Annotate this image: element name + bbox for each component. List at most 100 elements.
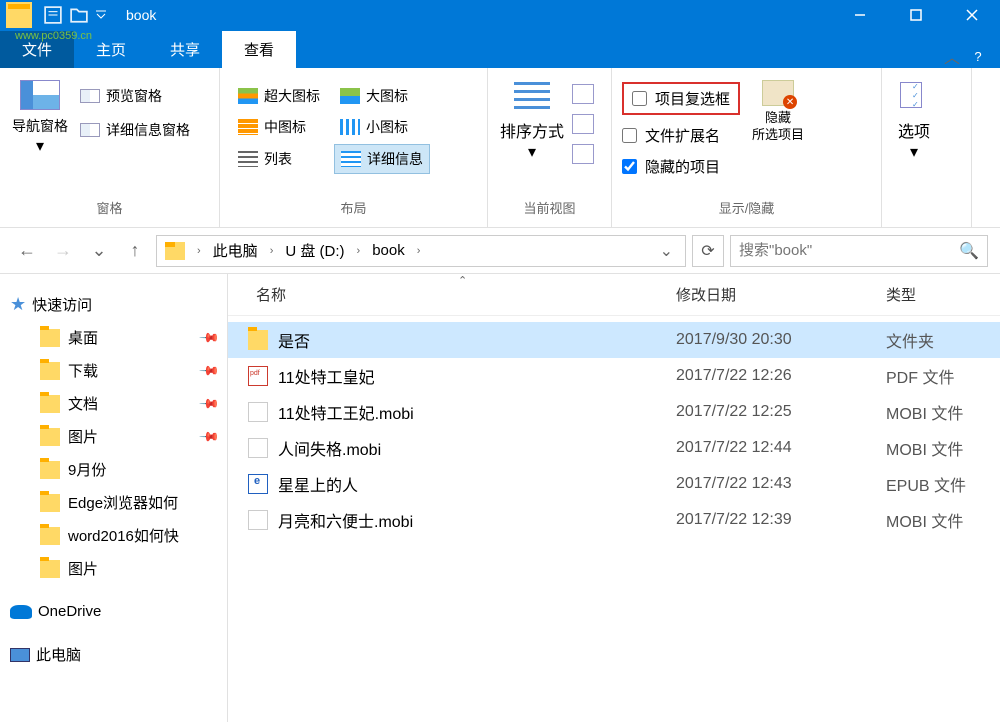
file-extensions-checkbox[interactable]	[622, 128, 637, 143]
file-extensions-toggle[interactable]: 文件扩展名	[622, 125, 740, 146]
sidebar-item[interactable]: Edge浏览器如何	[0, 486, 227, 519]
breadcrumb-dropdown[interactable]: ⌄	[652, 241, 681, 261]
dropdown-icon: ▾	[910, 142, 918, 162]
up-button[interactable]: ↑	[120, 236, 150, 266]
close-button[interactable]	[944, 0, 1000, 30]
layout-details[interactable]: 详细信息	[334, 144, 430, 174]
layout-small-icons[interactable]: 小图标	[334, 113, 430, 141]
search-icon[interactable]: 🔍	[959, 241, 979, 261]
tab-file[interactable]: 文件	[0, 31, 74, 68]
file-row[interactable]: 是否 2017/9/30 20:30 文件夹	[228, 322, 1000, 358]
file-type: 文件夹	[886, 328, 992, 352]
hide-selected-button[interactable]: 隐藏所选项目	[750, 74, 806, 150]
sidebar-quick-access[interactable]: ★ 快速访问	[0, 288, 227, 321]
hidden-items-checkbox[interactable]	[622, 159, 637, 174]
main-area: ★ 快速访问 桌面 📌 下载📌文档📌 图片 📌 9月份Edge浏览器如何word2016如…	[0, 274, 1000, 722]
pin-icon: 📌	[198, 326, 221, 349]
folder-icon	[40, 395, 60, 413]
tab-home[interactable]: 主页	[74, 31, 148, 68]
sidebar-item[interactable]: 文档📌	[0, 387, 227, 420]
tab-share[interactable]: 共享	[148, 31, 222, 68]
layout-large-icons[interactable]: 大图标	[334, 82, 430, 110]
file-name: 11处特工王妃.mobi	[278, 400, 414, 424]
l-icons-icon	[340, 88, 360, 104]
breadcrumb-item-0[interactable]: 此电脑	[209, 240, 262, 261]
pc-icon	[10, 648, 30, 662]
address-bar: ← → ⌄ ↑ › 此电脑 › U 盘 (D:) › book › ⌄ ⟳ 🔍	[0, 228, 1000, 274]
breadcrumb-separator[interactable]: ›	[264, 245, 280, 257]
file-type: PDF 文件	[886, 364, 992, 388]
qat-dropdown-icon[interactable]	[96, 10, 106, 20]
sidebar-item[interactable]: 图片	[0, 552, 227, 585]
file-name: 星星上的人	[278, 472, 358, 496]
sidebar-item-label: 下载	[68, 360, 98, 381]
back-button[interactable]: ←	[12, 236, 42, 266]
sidebar-item[interactable]: 桌面 📌	[0, 321, 227, 354]
folder-icon	[40, 494, 60, 512]
file-type: MOBI 文件	[886, 508, 992, 532]
group-label-currentview: 当前视图	[496, 194, 603, 221]
breadcrumb-separator[interactable]: ›	[411, 245, 427, 257]
forward-button[interactable]: →	[48, 236, 78, 266]
layout-list[interactable]: 列表	[232, 144, 328, 174]
breadcrumb-item-1[interactable]: U 盘 (D:)	[281, 240, 348, 261]
navigation-pane-button[interactable]: 导航窗格 ▾	[8, 74, 72, 162]
search-box[interactable]: 🔍	[730, 235, 988, 267]
sidebar-item-label: 文档	[68, 393, 98, 414]
dropdown-icon: ▾	[528, 142, 536, 162]
file-name: 是否	[278, 328, 310, 352]
sort-by-button[interactable]: 排序方式 ▾	[496, 74, 568, 170]
sidebar-onedrive[interactable]: OneDrive	[0, 597, 227, 626]
pdf-icon	[248, 366, 268, 386]
item-checkboxes-toggle[interactable]: 项目复选框	[622, 82, 740, 115]
minimize-button[interactable]	[832, 0, 888, 30]
size-columns-button[interactable]	[572, 144, 594, 164]
breadcrumb[interactable]: › 此电脑 › U 盘 (D:) › book › ⌄	[156, 235, 686, 267]
add-columns-button[interactable]	[572, 114, 594, 134]
item-checkboxes-checkbox[interactable]	[632, 91, 647, 106]
sidebar-item[interactable]: 图片 📌	[0, 420, 227, 453]
details-pane-button[interactable]: 详细信息窗格	[80, 120, 190, 140]
column-header-type[interactable]: 类型	[886, 284, 992, 305]
help-icon[interactable]: ?	[968, 46, 988, 66]
breadcrumb-separator[interactable]: ›	[351, 245, 367, 257]
layout-medium-icons[interactable]: 中图标	[232, 113, 328, 141]
sidebar-item-label: 图片	[68, 426, 98, 447]
options-button[interactable]: 选项 ▾	[890, 74, 938, 170]
window-title: book	[126, 7, 156, 23]
collapse-ribbon-icon[interactable]: ︿	[944, 44, 960, 68]
file-row[interactable]: 11处特工皇妃 2017/7/22 12:26 PDF 文件	[228, 358, 1000, 394]
pin-icon: 📌	[198, 425, 221, 448]
column-header-name[interactable]: 名称	[236, 284, 676, 305]
file-row[interactable]: 月亮和六便士.mobi 2017/7/22 12:39 MOBI 文件	[228, 502, 1000, 538]
refresh-button[interactable]: ⟳	[692, 235, 724, 267]
qat-newfolder-icon[interactable]	[70, 6, 88, 24]
folder-icon	[40, 461, 60, 479]
file-row[interactable]: 星星上的人 2017/7/22 12:43 EPUB 文件	[228, 466, 1000, 502]
preview-pane-button[interactable]: 预览窗格	[80, 86, 190, 106]
sidebar-item[interactable]: 9月份	[0, 453, 227, 486]
folder-icon	[40, 560, 60, 578]
group-by-button[interactable]	[572, 84, 594, 104]
sidebar-item[interactable]: word2016如何快	[0, 519, 227, 552]
breadcrumb-item-2[interactable]: book	[368, 242, 409, 259]
tab-view[interactable]: 查看	[222, 31, 296, 68]
epub-icon	[248, 474, 268, 494]
qat-properties-icon[interactable]	[44, 6, 62, 24]
file-row[interactable]: 人间失格.mobi 2017/7/22 12:44 MOBI 文件	[228, 430, 1000, 466]
search-input[interactable]	[739, 242, 959, 259]
navigation-pane-icon	[20, 80, 60, 110]
recent-locations-button[interactable]: ⌄	[84, 236, 114, 266]
breadcrumb-separator[interactable]: ›	[191, 245, 207, 257]
details-icon	[341, 151, 361, 167]
column-header-date[interactable]: 修改日期	[676, 284, 886, 305]
sidebar-item[interactable]: 下载📌	[0, 354, 227, 387]
file-row[interactable]: 11处特工王妃.mobi 2017/7/22 12:25 MOBI 文件	[228, 394, 1000, 430]
sidebar-this-pc[interactable]: 此电脑	[0, 638, 227, 671]
options-icon	[898, 82, 930, 112]
group-label-showhide: 显示/隐藏	[620, 194, 873, 221]
sidebar-item-label: 桌面	[68, 327, 98, 348]
layout-extra-large-icons[interactable]: 超大图标	[232, 82, 328, 110]
maximize-button[interactable]	[888, 0, 944, 30]
hidden-items-toggle[interactable]: 隐藏的项目	[622, 156, 740, 177]
